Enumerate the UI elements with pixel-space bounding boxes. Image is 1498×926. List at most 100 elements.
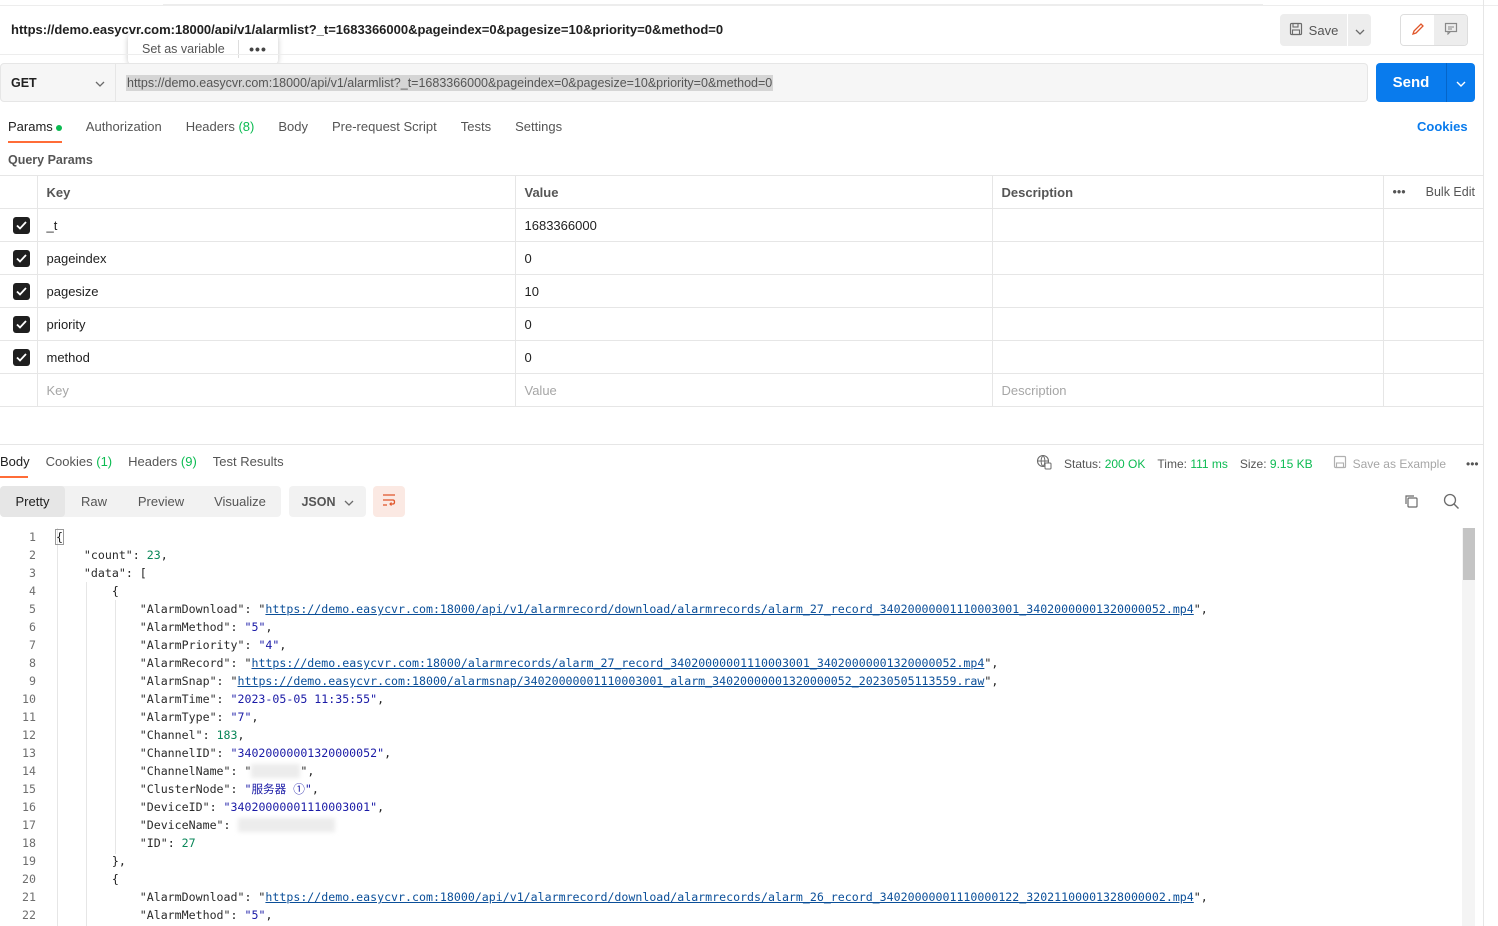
url-input[interactable]: https://demo.easycvr.com:18000/api/v1/al… [116, 63, 1368, 102]
save-as-example-label: Save as Example [1352, 456, 1447, 471]
new-value-input[interactable]: Value [515, 373, 993, 407]
copy-icon[interactable] [1403, 493, 1420, 513]
tab-tests[interactable]: Tests [461, 119, 491, 134]
bulk-edit-button[interactable]: Bulk Edit [1426, 185, 1475, 199]
search-icon[interactable] [1443, 493, 1460, 513]
tab-authorization[interactable]: Authorization [86, 119, 162, 134]
view-raw[interactable]: Raw [65, 486, 123, 517]
param-description[interactable] [992, 241, 1384, 275]
tab-prerequest-script[interactable]: Pre-request Script [332, 119, 437, 134]
table-actions: ••• Bulk Edit [1383, 175, 1483, 209]
code-line: 13 "ChannelID": "34020000001320000052", [0, 744, 1460, 762]
json-link[interactable]: https://demo.easycvr.com:18000/alarmsnap… [238, 674, 985, 688]
code-line: 21 "AlarmDownload": "https://demo.easycv… [0, 888, 1460, 906]
tab-response-headers[interactable]: Headers (9) [128, 454, 197, 469]
param-value[interactable]: 0 [515, 307, 993, 341]
json-link[interactable]: https://demo.easycvr.com:18000/api/v1/al… [265, 602, 1193, 616]
param-value[interactable]: 10 [515, 274, 993, 308]
row-checkbox[interactable] [13, 249, 30, 267]
comments-button[interactable] [1434, 15, 1467, 45]
view-preview[interactable]: Preview [123, 486, 199, 517]
tab-test-results[interactable]: Test Results [213, 454, 284, 469]
param-key[interactable]: pageindex [37, 241, 516, 275]
code-content: "AlarmMethod": "5", [139, 908, 273, 922]
cookies-link[interactable]: Cookies [1417, 119, 1468, 134]
row-checkbox[interactable] [13, 216, 30, 234]
json-link[interactable]: https://demo.easycvr.com:18000/api/v1/al… [265, 890, 1193, 904]
json-punct: : [ [125, 566, 147, 580]
code-content: "AlarmDownload": "https://demo.easycvr.c… [139, 890, 1208, 904]
response-code-viewer[interactable]: 1{ 2 "count": 23, 3 "data": [ 4 { 5 "Ala… [0, 528, 1460, 924]
param-key[interactable]: pagesize [37, 274, 516, 308]
json-string: "34020000001110003001" [223, 800, 378, 814]
word-wrap-button[interactable] [373, 486, 405, 517]
request-tabs: Params Authorization Headers (8) Body Pr… [8, 119, 562, 134]
view-pretty[interactable]: Pretty [0, 486, 65, 517]
row-checkbox[interactable] [13, 282, 30, 300]
request-title[interactable]: https://demo.easycvr.com:18000/api/v1/al… [11, 22, 723, 37]
row-actions [1383, 208, 1483, 242]
save-dropdown-button[interactable] [1348, 14, 1371, 46]
save-as-example-button[interactable]: Save as Example [1333, 455, 1446, 472]
line-number: 3 [29, 566, 36, 580]
param-description[interactable] [992, 307, 1384, 341]
param-description[interactable] [992, 274, 1384, 308]
method-select[interactable]: GET [0, 63, 116, 102]
code-line: 9 "AlarmSnap": "https://demo.easycvr.com… [0, 672, 1460, 690]
tab-response-cookies[interactable]: Cookies (1) [46, 454, 112, 469]
save-label: Save [1308, 22, 1339, 38]
view-visualize[interactable]: Visualize [199, 486, 281, 517]
format-select[interactable]: JSON [289, 486, 366, 517]
json-link[interactable]: https://demo.easycvr.com:18000/alarmreco… [251, 656, 984, 670]
code-content: "DeviceName": xxxxxxxxxxxxxx [56, 818, 336, 832]
save-group: Save [1280, 14, 1371, 46]
code-scrollbar[interactable] [1462, 528, 1475, 926]
param-value[interactable]: 1683366000 [515, 208, 993, 242]
edit-mode-button[interactable] [1401, 15, 1434, 45]
new-key-input[interactable]: Key [37, 373, 516, 407]
format-label: JSON [301, 494, 336, 509]
time-info[interactable]: Time: 111 ms [1157, 457, 1227, 471]
json-key: "DeviceID" [139, 800, 210, 814]
tab-params[interactable]: Params [8, 119, 62, 134]
comment-icon [1444, 22, 1458, 38]
size-info[interactable]: Size: 9.15 KB [1240, 457, 1313, 471]
tab-headers-label: Headers [185, 119, 235, 134]
send-dropdown-button[interactable] [1446, 63, 1475, 102]
json-key: "AlarmType" [139, 710, 217, 724]
row-checkbox[interactable] [13, 315, 30, 333]
globe-icon[interactable] [1036, 454, 1052, 473]
response-more-button[interactable]: ••• [1466, 457, 1479, 471]
param-key[interactable]: priority [37, 307, 516, 341]
param-key[interactable]: _t [37, 208, 516, 242]
more-options-button[interactable]: ••• [1393, 185, 1406, 199]
param-description[interactable] [992, 208, 1384, 242]
new-description-input[interactable]: Description [992, 373, 1384, 407]
line-number: 11 [22, 710, 36, 724]
save-icon [1289, 22, 1303, 39]
table-row-new: Key Value Description [0, 373, 1483, 407]
param-description[interactable] [992, 340, 1384, 374]
tab-response-body[interactable]: Body [0, 454, 30, 469]
status-info[interactable]: Status: 200 OK [1064, 457, 1145, 471]
scrollbar-thumb[interactable] [1463, 528, 1475, 580]
response-tabs: Body Cookies (1) Headers (9) Test Result… [0, 454, 284, 469]
tab-body[interactable]: Body [278, 119, 308, 134]
variable-popup: Set as variable ••• [128, 34, 278, 64]
chevron-down-icon [1456, 75, 1466, 90]
param-value[interactable]: 0 [515, 241, 993, 275]
line-number: 20 [22, 872, 36, 886]
pencil-icon [1411, 22, 1425, 39]
tab-settings[interactable]: Settings [515, 119, 562, 134]
save-button[interactable]: Save [1280, 14, 1347, 46]
code-line: 22 "AlarmMethod": "5", [0, 906, 1460, 924]
param-key[interactable]: method [37, 340, 516, 374]
code-line: 11 "AlarmType": "7", [0, 708, 1460, 726]
tab-headers[interactable]: Headers (8) [186, 119, 255, 134]
time-label: Time: [1157, 456, 1187, 471]
code-content: "AlarmMethod": "5", [139, 620, 273, 634]
param-value[interactable]: 0 [515, 340, 993, 374]
line-number: 10 [22, 692, 36, 706]
send-button[interactable]: Send [1376, 63, 1446, 102]
row-checkbox[interactable] [13, 348, 30, 366]
